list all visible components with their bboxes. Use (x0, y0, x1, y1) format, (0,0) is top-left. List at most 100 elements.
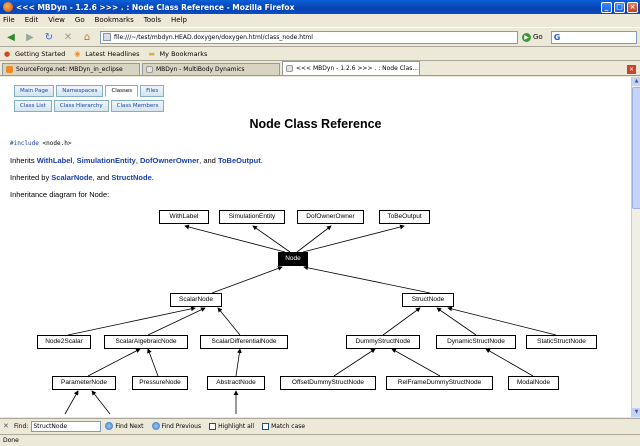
vertical-scrollbar[interactable]: ▲ ▼ (631, 77, 640, 417)
window-title: <<< MBDyn - 1.2.6 >>> . : Node Class Ref… (16, 2, 295, 12)
menu-bookmarks[interactable]: Bookmarks (95, 16, 134, 24)
home-icon[interactable]: ⌂ (79, 29, 95, 45)
find-label: Find: (14, 422, 29, 430)
maximize-button[interactable]: □ (614, 1, 625, 13)
checkbox-box (262, 422, 270, 430)
down-arrow-icon (105, 422, 114, 430)
close-button[interactable]: × (627, 1, 638, 13)
diagram-node-dynamicstructnode[interactable]: DynamicStructNode (436, 335, 516, 349)
tab-label: <<< MBDyn - 1.2.6 >>> . : Node Clas... (296, 65, 419, 72)
match-case-checkbox[interactable]: Match case (262, 422, 306, 430)
tab-mbdyn-multibody[interactable]: MBDyn - MultiBody Dynamics (142, 63, 280, 75)
edge-parameter-scalaralg (87, 348, 141, 377)
address-bar[interactable] (100, 30, 518, 44)
edge-sub-parameter-2 (91, 390, 111, 415)
tab-strip: SourceForge.net: MBDyn_in_eclipse MBDyn … (0, 61, 640, 76)
menu-view[interactable]: View (48, 16, 65, 24)
sourceforge-icon (6, 66, 13, 73)
close-tab-icon[interactable]: × (627, 65, 636, 74)
diagram-node-scalardifferentialnode[interactable]: ScalarDifferentialNode (200, 335, 288, 349)
edge-struct-node (303, 265, 431, 294)
edge-dummy-struct (382, 307, 421, 336)
up-arrow-icon (151, 422, 160, 430)
inheritance-diagram (64, 224, 557, 415)
find-input[interactable] (31, 420, 102, 432)
tab-label: MBDyn - MultiBody Dynamics (156, 66, 245, 73)
search-box[interactable]: G (550, 30, 637, 44)
page-icon (103, 33, 111, 41)
title-bar: <<< MBDyn - 1.2.6 >>> . : Node Class Ref… (0, 0, 640, 14)
diagram-node-modalnode[interactable]: ModalNode (508, 376, 559, 390)
edge-abstract-scalardiff (235, 348, 242, 377)
menu-help[interactable]: Help (171, 16, 187, 24)
bookmarks-toolbar: ● Getting Started ◉ Latest Headlines ▬ M… (0, 48, 640, 61)
diagram-node-simulationentity[interactable]: SimulationEntity (219, 210, 285, 224)
bookmark-label: My Bookmarks (159, 50, 208, 58)
go-arrow-icon: ▶ (522, 32, 531, 42)
menu-go[interactable]: Go (75, 16, 85, 24)
diagram-node-scalaralgebraicnode[interactable]: ScalarAlgebraicNode (104, 335, 188, 349)
go-button[interactable]: ▶ Go (522, 32, 543, 42)
page-content: Main Page Namespaces Classes Files Class… (0, 77, 631, 417)
scroll-down-icon[interactable]: ▼ (632, 408, 640, 417)
match-case-label: Match case (271, 422, 306, 430)
diagram-node-offsetdummystructnode[interactable]: OffsetDummyStructNode (280, 376, 376, 390)
diagram-node-scalarnode[interactable]: ScalarNode (170, 293, 222, 307)
go-label: Go (533, 33, 543, 41)
page-icon (146, 66, 153, 73)
minimize-button[interactable]: _ (601, 1, 612, 13)
diagram-node-dofownerowner[interactable]: DofOwnerOwner (297, 210, 364, 224)
find-previous-label: Find Previous (161, 422, 202, 430)
bookmark-getting-started[interactable]: ● Getting Started (4, 50, 65, 58)
status-bar: Done (0, 434, 640, 446)
close-find-icon[interactable]: ✕ (3, 422, 11, 430)
edge-scalar-node (211, 266, 283, 294)
tab-label: SourceForge.net: MBDyn_in_eclipse (16, 66, 123, 73)
checkbox-box (209, 422, 217, 430)
scroll-up-icon[interactable]: ▲ (632, 77, 640, 86)
tab-sourceforge[interactable]: SourceForge.net: MBDyn_in_eclipse (2, 63, 140, 75)
rss-icon: ◉ (74, 50, 81, 58)
highlight-all-checkbox[interactable]: Highlight all (209, 422, 254, 430)
diagram-node-structnode[interactable]: StructNode (402, 293, 454, 307)
menu-file[interactable]: File (3, 16, 15, 24)
scroll-thumb[interactable] (632, 87, 640, 209)
back-arrow-icon[interactable]: ◀ (3, 29, 19, 45)
diagram-node-node: Node (278, 252, 308, 266)
edge-node-dofowner (296, 225, 332, 253)
url-input[interactable] (114, 33, 517, 41)
edge-dynamic-struct (436, 307, 477, 336)
edge-relframe-dummy (391, 348, 441, 377)
edge-scalardiff-scalar (217, 307, 241, 336)
diagram-node-withlabel[interactable]: WithLabel (159, 210, 209, 224)
bookmark-label: Getting Started (15, 50, 66, 58)
edge-sub-parameter-1 (64, 390, 79, 415)
menu-tools[interactable]: Tools (144, 16, 161, 24)
menu-edit[interactable]: Edit (25, 16, 39, 24)
edge-offset-dummy (333, 348, 376, 377)
firefox-icon (3, 2, 13, 12)
edge-node-withlabel (184, 224, 286, 253)
navigation-toolbar: ◀ ▶ ↻ ✕ ⌂ ▶ Go G (0, 27, 640, 47)
edge-pressure-scalaralg (147, 348, 159, 377)
stop-icon[interactable]: ✕ (60, 29, 76, 45)
firefox-icon: ● (4, 50, 11, 58)
diagram-node-tobeoutput[interactable]: ToBeOutput (379, 210, 430, 224)
find-next-label: Find Next (115, 422, 144, 430)
bookmark-latest-headlines[interactable]: ◉ Latest Headlines (74, 50, 139, 58)
bookmark-my-bookmarks[interactable]: ▬ My Bookmarks (149, 50, 208, 58)
menu-bar: File Edit View Go Bookmarks Tools Help (0, 14, 640, 26)
folder-icon: ▬ (148, 50, 156, 58)
diagram-node-staticstructnode[interactable]: StaticStructNode (526, 335, 597, 349)
find-previous-button[interactable]: Find Previous (151, 422, 202, 430)
tab-node-class-reference[interactable]: <<< MBDyn - 1.2.6 >>> . : Node Clas... (282, 61, 420, 75)
find-next-button[interactable]: Find Next (105, 422, 144, 430)
diagram-node-relframedummystructnode[interactable]: RelFrameDummyStructNode (386, 376, 493, 390)
diagram-node-node2scalar[interactable]: Node2Scalar (37, 335, 91, 349)
diagram-node-dummystructnode[interactable]: DummyStructNode (346, 335, 420, 349)
reload-icon[interactable]: ↻ (41, 29, 57, 45)
diagram-node-abstractnode[interactable]: AbstractNode (207, 376, 265, 390)
diagram-node-pressurenode[interactable]: PressureNode (132, 376, 188, 390)
diagram-node-parameternode[interactable]: ParameterNode (52, 376, 116, 390)
forward-arrow-icon[interactable]: ▶ (22, 29, 38, 45)
